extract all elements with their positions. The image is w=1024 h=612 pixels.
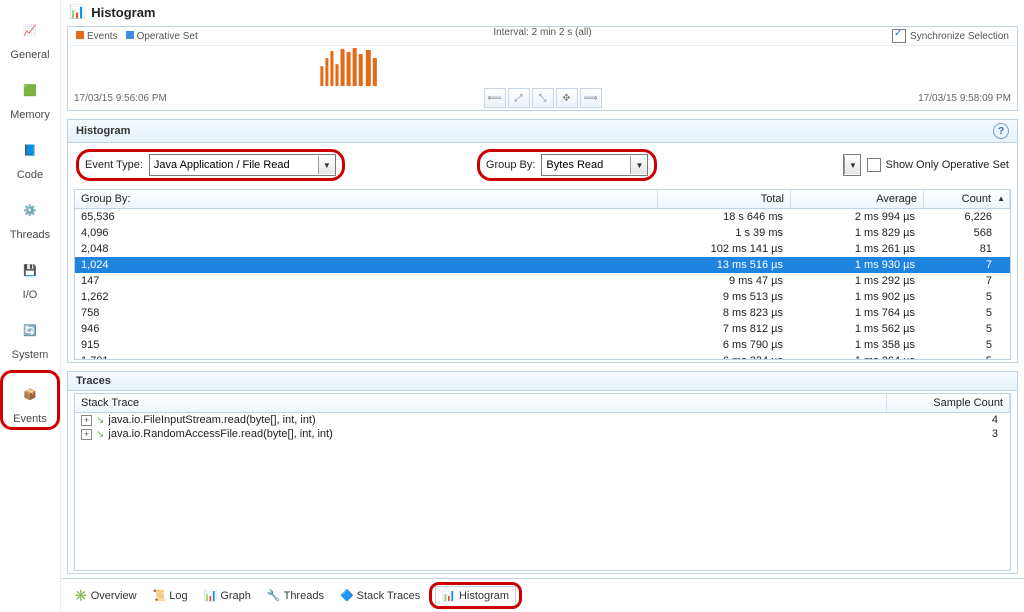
- event-type-label: Event Type:: [85, 159, 143, 171]
- show-operative-checkbox[interactable]: Show Only Operative Set: [867, 158, 1009, 172]
- sidebar-item-code[interactable]: 📘Code: [3, 130, 57, 184]
- timeline-footer: 17/03/15 9:56:06 PM ⟸ ⤢ ⤡ ✥ ⟹ 17/03/15 9…: [68, 86, 1017, 110]
- sidebar-item-system[interactable]: 🔄System: [3, 310, 57, 364]
- sidebar-item-general[interactable]: 📈General: [3, 10, 57, 64]
- nav-zoom-in-icon[interactable]: ⤡: [532, 88, 554, 108]
- memory-icon: 🟩: [13, 73, 47, 107]
- table-body[interactable]: 65,53618 s 646 ms2 ms 994 µs6,2264,0961 …: [75, 209, 1010, 359]
- nav-zoom-out-icon[interactable]: ⤢: [508, 88, 530, 108]
- legend-operative: Operative Set: [126, 31, 198, 42]
- table-row[interactable]: 7588 ms 823 µs1 ms 764 µs5: [75, 305, 1010, 321]
- header-average[interactable]: Average: [791, 190, 924, 208]
- timeline-section: Events Operative Set Interval: 2 min 2 s…: [67, 26, 1018, 111]
- time-start: 17/03/15 9:56:06 PM: [74, 93, 167, 104]
- general-icon: 📈: [13, 13, 47, 47]
- page-title: 📊 Histogram: [61, 0, 1024, 22]
- trace-row[interactable]: +↘java.io.RandomAccessFile.read(byte[], …: [75, 427, 1010, 441]
- events-icon: 📦: [13, 377, 47, 411]
- histogram-filters: Event Type: ▼ Group By: ▼ ▼ Show Only Op…: [68, 143, 1017, 187]
- method-icon: ↘: [96, 415, 104, 426]
- log-icon: 📜: [153, 589, 167, 602]
- table-row[interactable]: 1,2629 ms 513 µs1 ms 902 µs5: [75, 289, 1010, 305]
- sidebar-item-events[interactable]: 📦Events: [0, 370, 60, 430]
- main-panel: 📊 Histogram Events Operative Set Interva…: [61, 0, 1024, 612]
- event-type-combo[interactable]: ▼: [149, 154, 336, 176]
- graph-icon: 📊: [204, 589, 218, 602]
- legend-events: Events: [76, 31, 118, 42]
- event-type-input[interactable]: [150, 156, 318, 174]
- chevron-down-icon[interactable]: ▼: [630, 156, 647, 174]
- tab-overview[interactable]: ✳️Overview: [67, 586, 144, 605]
- traces-section: Traces Stack Trace Sample Count +↘java.i…: [67, 371, 1018, 574]
- sidebar-item-io[interactable]: 💾I/O: [3, 250, 57, 304]
- traces-table-header[interactable]: Stack Trace Sample Count: [75, 394, 1010, 413]
- bottom-tabs: ✳️Overview 📜Log 📊Graph 🔧Threads 🔷Stack T…: [61, 578, 1024, 612]
- group-by-label: Group By:: [486, 159, 536, 171]
- traces-table: Stack Trace Sample Count +↘java.io.FileI…: [74, 393, 1011, 571]
- sync-selection-checkbox[interactable]: Synchronize Selection: [892, 29, 1009, 43]
- expand-icon[interactable]: +: [81, 415, 92, 426]
- chevron-down-icon[interactable]: ▼: [318, 156, 335, 174]
- table-row[interactable]: 2,048102 ms 141 µs1 ms 261 µs81: [75, 241, 1010, 257]
- nav-back-icon[interactable]: ⟸: [484, 88, 506, 108]
- io-icon: 💾: [13, 253, 47, 287]
- header-group-by[interactable]: Group By:: [75, 190, 658, 208]
- sidebar-item-threads[interactable]: ⚙️Threads: [3, 190, 57, 244]
- tab-graph[interactable]: 📊Graph: [197, 586, 258, 605]
- table-row[interactable]: 1479 ms 47 µs1 ms 292 µs7: [75, 273, 1010, 289]
- table-row[interactable]: 4,0961 s 39 ms1 ms 829 µs568: [75, 225, 1010, 241]
- traces-header: Traces: [68, 372, 1017, 391]
- system-icon: 🔄: [13, 313, 47, 347]
- header-sample-count[interactable]: Sample Count: [887, 394, 1010, 412]
- histogram-header: Histogram ?: [68, 120, 1017, 143]
- sidebar: 📈General 🟩Memory 📘Code ⚙️Threads 💾I/O 🔄S…: [0, 0, 61, 612]
- table-row[interactable]: 9156 ms 790 µs1 ms 358 µs5: [75, 337, 1010, 353]
- nav-forward-icon[interactable]: ⟹: [580, 88, 602, 108]
- tab-stack-traces[interactable]: 🔷Stack Traces: [333, 586, 427, 605]
- table-row[interactable]: 9467 ms 812 µs1 ms 562 µs5: [75, 321, 1010, 337]
- tab-histogram[interactable]: 📊Histogram: [435, 586, 516, 605]
- time-end: 17/03/15 9:58:09 PM: [918, 93, 1011, 104]
- table-row[interactable]: 65,53618 s 646 ms2 ms 994 µs6,226: [75, 209, 1010, 225]
- expand-icon[interactable]: +: [81, 429, 92, 440]
- timeline-chart[interactable]: [68, 46, 1017, 86]
- group-by-input[interactable]: [542, 156, 630, 174]
- help-icon[interactable]: ?: [993, 123, 1009, 139]
- interval-label: Interval: 2 min 2 s (all): [493, 27, 591, 38]
- sort-indicator-icon: ▲: [997, 194, 1005, 203]
- overview-icon: ✳️: [74, 589, 88, 602]
- stack-icon: 🔷: [340, 589, 354, 602]
- tab-log[interactable]: 📜Log: [146, 586, 195, 605]
- timeline-nav: ⟸ ⤢ ⤡ ✥ ⟹: [484, 88, 602, 108]
- trace-row[interactable]: +↘java.io.FileInputStream.read(byte[], i…: [75, 413, 1010, 427]
- chevron-down-icon[interactable]: ▼: [844, 156, 860, 174]
- code-icon: 📘: [13, 133, 47, 167]
- tab-threads[interactable]: 🔧Threads: [260, 586, 331, 605]
- extra-combo[interactable]: ▼: [843, 154, 861, 176]
- header-count[interactable]: Count▲: [924, 190, 1010, 208]
- histogram-section: Histogram ? Event Type: ▼ Group By: ▼ ▼ …: [67, 119, 1018, 363]
- table-row[interactable]: 1,02413 ms 516 µs1 ms 930 µs7: [75, 257, 1010, 273]
- group-by-combo[interactable]: ▼: [541, 154, 648, 176]
- histogram-icon: 📊: [69, 4, 85, 20]
- table-row[interactable]: 1,7016 ms 324 µs1 ms 264 µs5: [75, 353, 1010, 359]
- nav-select-icon[interactable]: ✥: [556, 88, 578, 108]
- histogram-icon: 📊: [442, 589, 456, 602]
- legend-row: Events Operative Set Interval: 2 min 2 s…: [68, 27, 1017, 46]
- histogram-table: Group By: Total Average Count▲ 65,53618 …: [74, 189, 1011, 360]
- traces-body[interactable]: +↘java.io.FileInputStream.read(byte[], i…: [75, 413, 1010, 570]
- threads-icon: ⚙️: [13, 193, 47, 227]
- threads-icon: 🔧: [267, 589, 281, 602]
- table-header[interactable]: Group By: Total Average Count▲: [75, 190, 1010, 209]
- header-stack-trace[interactable]: Stack Trace: [75, 394, 887, 412]
- method-icon: ↘: [96, 429, 104, 440]
- sidebar-item-memory[interactable]: 🟩Memory: [3, 70, 57, 124]
- header-total[interactable]: Total: [658, 190, 791, 208]
